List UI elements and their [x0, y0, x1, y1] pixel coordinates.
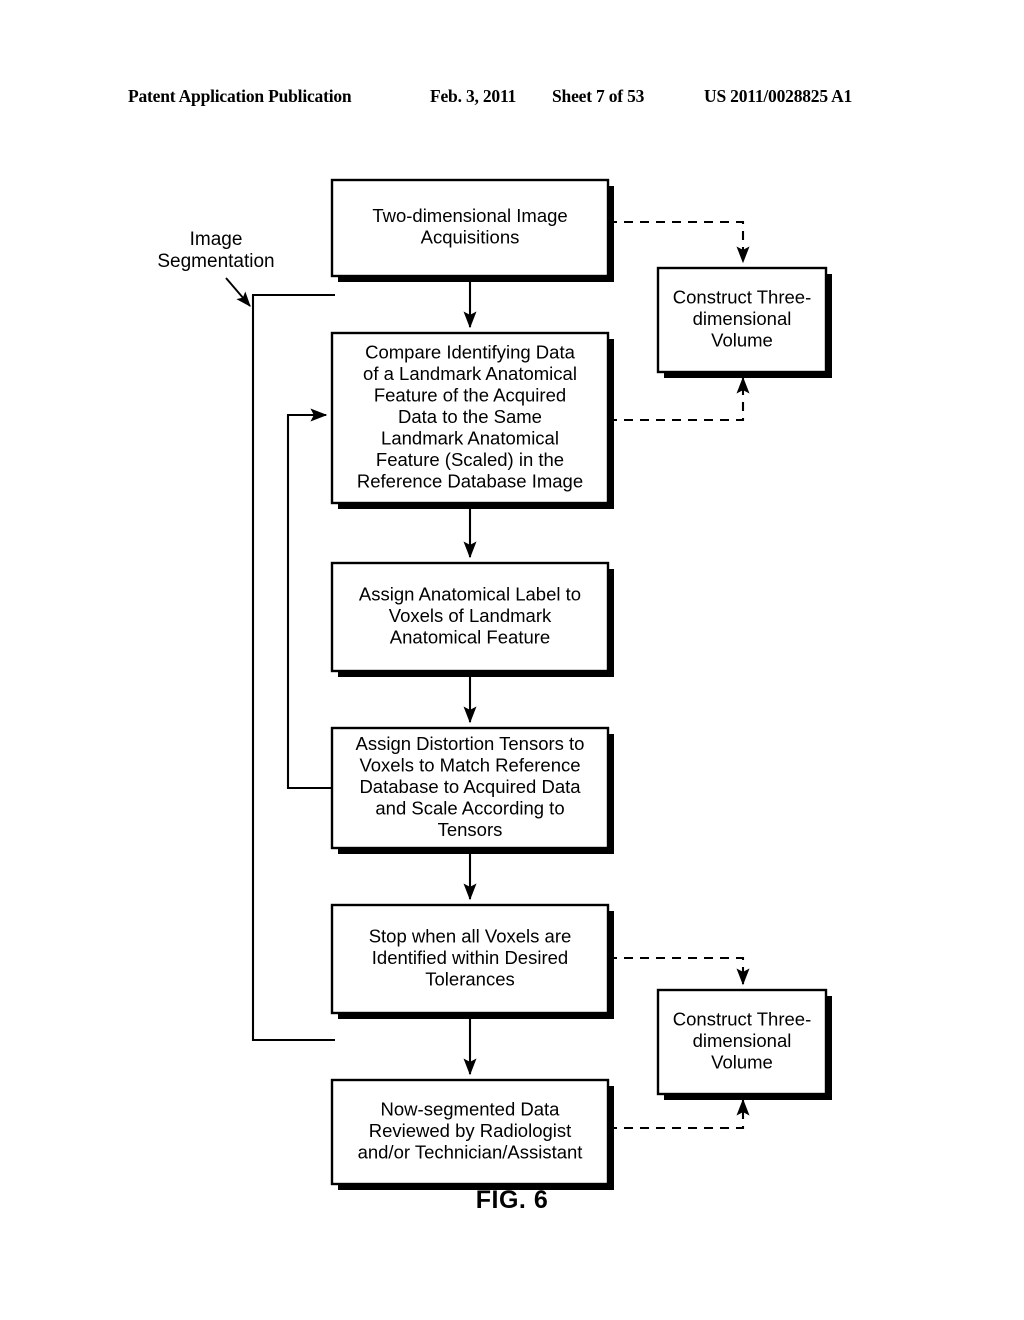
- node-text-line: and Scale According to: [375, 797, 564, 818]
- node-text-line: Tolerances: [425, 968, 514, 989]
- flowchart-node-assign-distortion-tensors: Assign Distortion Tensors toVoxels to Ma…: [330, 726, 614, 854]
- edge-tensors-feedback-to-compare: [286, 408, 332, 790]
- node-text-line: Voxels of Landmark: [389, 605, 552, 626]
- node-text-line: Acquisitions: [421, 227, 520, 248]
- node-text-line: Landmark Anatomical: [381, 427, 559, 448]
- node-text-line: Assign Distortion Tensors to: [356, 733, 585, 754]
- node-text-line: and/or Technician/Assistant: [358, 1141, 583, 1162]
- edge-now-segmented-to-construct-bottom: [608, 1098, 750, 1130]
- node-text-line: Construct Three-: [673, 1008, 811, 1029]
- edge-compare-to-construct-top: [608, 376, 750, 422]
- node-text-line: Tensors: [438, 819, 503, 840]
- node-text-line: Volume: [711, 329, 773, 350]
- node-text-line: Feature (Scaled) in the: [376, 449, 564, 470]
- node-text-line: Reference Database Image: [357, 470, 583, 491]
- node-text-line: Data to the Same: [398, 406, 542, 427]
- patent-figure-page: Patent Application Publication Feb. 3, 2…: [0, 0, 1024, 1320]
- node-text-line: Anatomical Feature: [390, 626, 550, 647]
- flowchart-node-layer: Two-dimensional ImageAcquisitions Constru…: [330, 178, 832, 1190]
- node-text-line: Assign Anatomical Label to: [359, 583, 581, 604]
- flowchart-node-stop-when-all-voxels: Stop when all Voxels areIdentified withi…: [330, 903, 614, 1019]
- annotation-label-line2: Segmentation: [157, 251, 274, 272]
- flowchart-node-now-segmented-data-reviewed: Now-segmented DataReviewed by Radiologis…: [330, 1078, 614, 1190]
- annotation-label-line1: Image: [190, 229, 243, 250]
- flowchart-node-construct-three-dimensional-volume-bottom: Construct Three-dimensionalVolume: [656, 988, 832, 1100]
- node-text-line: Now-segmented Data: [381, 1098, 561, 1119]
- edge-stop-to-construct-bottom: [608, 956, 750, 986]
- flowchart-diagram: Image Segmentation Two-dimensional Image…: [157, 178, 832, 1190]
- node-text-line: Reviewed by Radiologist: [369, 1120, 572, 1141]
- node-text-line: Construct Three-: [673, 286, 811, 307]
- node-text-line: dimensional: [693, 1030, 792, 1051]
- flowchart-node-construct-three-dimensional-volume-top: Construct Three-dimensionalVolume: [656, 266, 832, 378]
- flowchart-node-compare-identifying-data: Compare Identifying Dataof a Landmark An…: [330, 331, 614, 509]
- figure-caption: FIG. 6: [475, 1186, 549, 1214]
- edge-acquisitions-to-construct-top: [608, 220, 750, 264]
- flowchart-node-assign-anatomical-label: Assign Anatomical Label toVoxels of Land…: [330, 561, 614, 677]
- flowchart-node-two-dimensional-image-acquisitions: Two-dimensional ImageAcquisitions: [330, 178, 614, 282]
- node-text-line: of a Landmark Anatomical: [363, 363, 577, 384]
- node-text-line: Stop when all Voxels are: [369, 925, 572, 946]
- node-text-line: Database to Acquired Data: [359, 776, 581, 797]
- node-text-line: dimensional: [693, 308, 792, 329]
- node-text-line: Two-dimensional Image: [372, 205, 567, 226]
- node-text-line: Volume: [711, 1051, 773, 1072]
- edge-segmentation-outer-loop: [251, 293, 335, 1042]
- node-text-line: Identified within Desired: [372, 947, 568, 968]
- node-text-line: Feature of the Acquired: [374, 384, 566, 405]
- node-text-line: Voxels to Match Reference: [359, 754, 580, 775]
- node-text-line: Compare Identifying Data: [365, 341, 575, 362]
